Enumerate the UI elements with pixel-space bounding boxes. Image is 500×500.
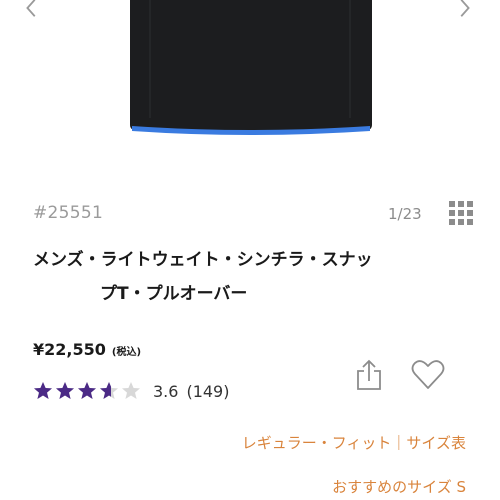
star-icon — [122, 382, 140, 399]
image-counter: 1/23 — [388, 205, 422, 223]
rating-value: 3.6 — [153, 381, 179, 401]
rating-count[interactable]: (149) — [186, 382, 229, 401]
star-icon — [78, 382, 96, 399]
product-price: ¥22,550 (税込) — [33, 340, 141, 359]
tax-label: (税込) — [111, 347, 142, 358]
chevron-right-icon — [460, 0, 470, 17]
prev-image-button[interactable] — [18, 0, 46, 22]
product-title: メンズ・ライトウェイト・シンチラ・スナッ プT・プルオーバー — [33, 243, 473, 311]
product-image — [130, 0, 372, 135]
price-value: ¥22,550 — [33, 340, 106, 359]
next-image-button[interactable] — [450, 0, 478, 22]
product-image-carousel[interactable] — [0, 0, 500, 178]
fit-size-chart-link[interactable]: レギュラー・フィット｜サイズ表 — [242, 432, 466, 453]
recommended-size-link[interactable]: おすすめのサイズ S — [332, 476, 466, 497]
heart-icon[interactable] — [411, 359, 445, 391]
chevron-left-icon — [26, 0, 36, 17]
product-title-line1: メンズ・ライトウェイト・シンチラ・スナッ — [33, 250, 373, 270]
share-icon[interactable] — [354, 359, 384, 391]
product-sku: #25551 — [33, 203, 104, 223]
product-rating[interactable]: 3.6 (149) — [33, 380, 229, 402]
grid-icon[interactable] — [448, 200, 474, 226]
product-title-line2: プT・プルオーバー — [100, 284, 248, 304]
star-icon — [34, 382, 52, 399]
rating-stars — [33, 381, 141, 401]
star-icon — [56, 382, 74, 399]
star-icon — [100, 382, 118, 399]
